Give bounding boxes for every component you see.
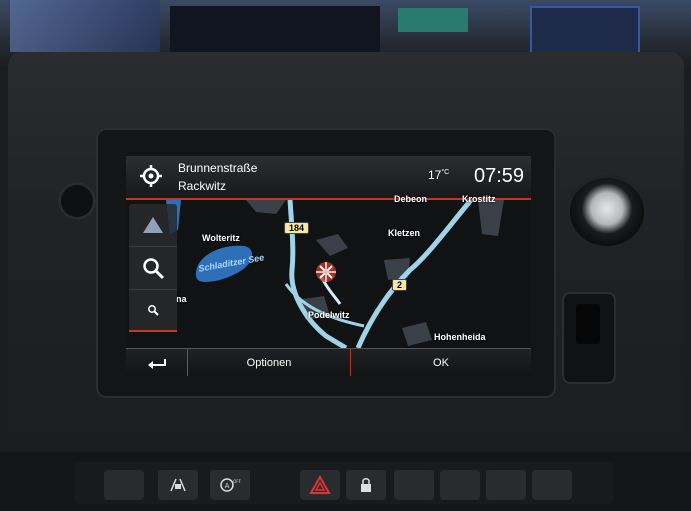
auto-start-stop-switch[interactable]: A OFF: [210, 470, 250, 500]
blank-switch[interactable]: [532, 470, 572, 500]
map-controls: [129, 204, 177, 332]
place-label: na: [176, 294, 187, 304]
current-street: Brunnenstraße: [178, 161, 258, 175]
switch-panel: A OFF: [74, 462, 614, 504]
place-label: Podelwitz: [308, 310, 350, 320]
blank-switch[interactable]: [394, 470, 434, 500]
background-rack: [530, 6, 640, 56]
map-view[interactable]: Wolteritz Kletzen Podelwitz Hohenheida K…: [126, 194, 531, 348]
small-magnifier-icon: [148, 305, 159, 316]
hazard-warning-switch[interactable]: [300, 470, 340, 500]
auto-start-stop-off-icon: AOFF: [220, 478, 241, 492]
options-button[interactable]: Optionen: [188, 349, 351, 376]
lane-assist-switch[interactable]: [158, 470, 198, 500]
rotary-volume-knob[interactable]: [570, 178, 644, 246]
place-label: Wolteritz: [202, 233, 240, 243]
background-door: [398, 8, 468, 32]
road-number-badge: 2: [392, 279, 408, 291]
place-label: Krostitz: [462, 194, 496, 204]
lock-icon: [361, 478, 371, 492]
current-location-icon[interactable]: [140, 165, 162, 187]
place-label: Kletzen: [388, 228, 421, 238]
navigation-screen: Brunnenstraße Rackwitz 17°C 07:59 Wolter…: [126, 156, 531, 376]
triangle-up-icon: [143, 217, 163, 233]
clock: 07:59: [474, 165, 525, 187]
blank-switch[interactable]: [440, 470, 480, 500]
background-window: [10, 0, 160, 52]
zoom-in-button[interactable]: [129, 247, 177, 290]
svg-text:A: A: [225, 482, 230, 490]
central-lock-switch[interactable]: [346, 470, 386, 500]
blank-switch[interactable]: [104, 470, 144, 500]
background-shelf: [170, 6, 380, 52]
lane-assist-icon: [170, 478, 186, 492]
map-graphics: [126, 200, 531, 348]
current-city: Rackwitz: [178, 179, 227, 193]
back-arrow-icon: [147, 359, 166, 369]
usb-aux-port-panel: [562, 292, 616, 384]
place-label: Debeon: [394, 194, 428, 204]
svg-text:OFF: OFF: [233, 479, 241, 484]
dashboard-vent-knob: [58, 182, 96, 220]
road-number-badge: 184: [284, 222, 310, 234]
outside-temperature: 17°C: [428, 168, 450, 182]
bottom-action-bar: Optionen OK: [126, 348, 531, 376]
ok-button[interactable]: OK: [351, 349, 531, 376]
place-label: Hohenheida: [434, 332, 486, 342]
zoom-out-button[interactable]: [129, 290, 177, 332]
hazard-warning-icon: [309, 475, 331, 494]
position-marker: [316, 262, 336, 282]
usb-port: [576, 304, 600, 344]
blank-switch[interactable]: [486, 470, 526, 500]
magnifier-icon: [143, 258, 165, 280]
north-up-button[interactable]: [129, 204, 177, 247]
back-button[interactable]: [126, 349, 188, 376]
